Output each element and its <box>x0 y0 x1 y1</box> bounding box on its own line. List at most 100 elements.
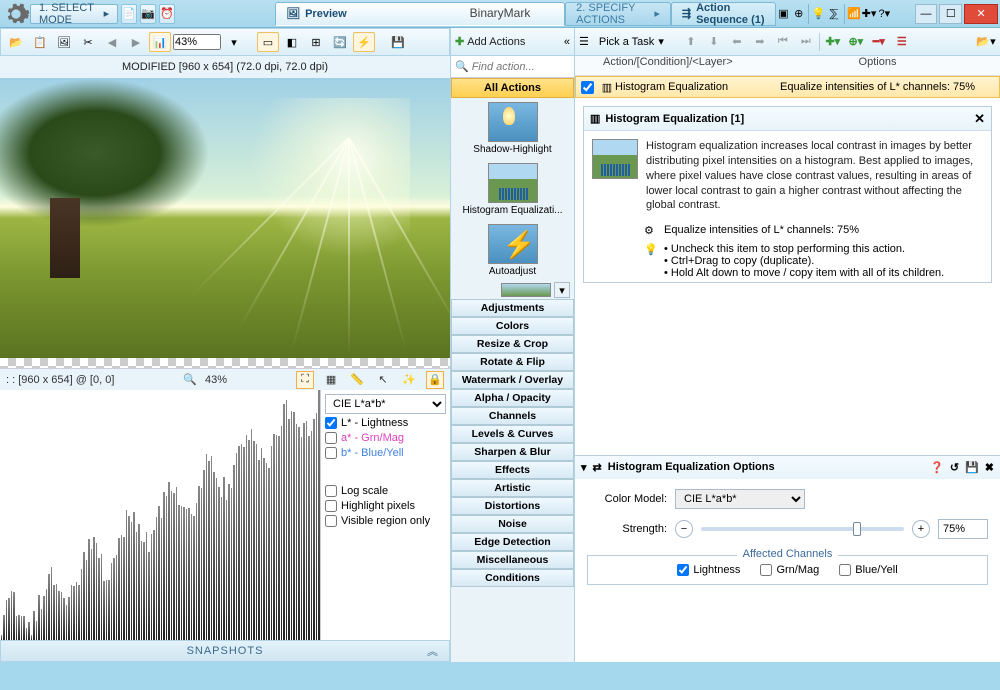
remove-item-icon[interactable]: ━▾ <box>869 32 889 52</box>
mode-btn-1[interactable]: 📄 <box>121 4 137 24</box>
lock-icon[interactable]: 🔒 <box>426 371 444 389</box>
category-channels[interactable]: Channels <box>451 407 574 425</box>
category-watermark-overlay[interactable]: Watermark / Overlay <box>451 371 574 389</box>
category-colors[interactable]: Colors <box>451 317 574 335</box>
image-preview[interactable] <box>0 78 450 368</box>
slider-minus-icon[interactable]: − <box>675 520 693 538</box>
remove-all-icon[interactable]: ☰ <box>892 32 912 52</box>
save-icon[interactable]: 💾 <box>965 461 979 474</box>
settings-gear-icon[interactable] <box>2 1 30 27</box>
tool-target-icon[interactable]: ⊕ <box>791 4 806 24</box>
layout-b-icon[interactable]: ◧ <box>281 32 303 52</box>
clipboard-icon[interactable]: 📋 <box>29 32 51 52</box>
category-artistic[interactable]: Artistic <box>451 479 574 497</box>
strength-input[interactable] <box>938 519 988 539</box>
picture-icon[interactable]: 🖼 <box>53 32 75 52</box>
highlight-checkbox[interactable]: Highlight pixels <box>325 500 446 512</box>
tool-check-icon[interactable]: ⅀ <box>826 4 841 24</box>
ruler-icon[interactable]: 📏 <box>348 371 366 389</box>
row-checkbox[interactable] <box>581 81 594 94</box>
category-alpha-opacity[interactable]: Alpha / Opacity <box>451 389 574 407</box>
action-more[interactable]: ▾ <box>451 281 574 299</box>
tab-preview[interactable]: 🖼Preview <box>275 2 565 26</box>
mode-btn-2[interactable]: 📷 <box>140 4 156 24</box>
help-icon[interactable]: ❓ <box>930 461 944 474</box>
add-item-icon[interactable]: ✚▾ <box>823 32 843 52</box>
channel-L-checkbox[interactable]: L* - Lightness <box>325 417 446 429</box>
category-conditions[interactable]: Conditions <box>451 569 574 587</box>
all-actions-header[interactable]: All Actions <box>451 78 574 98</box>
undo-icon[interactable]: ↺ <box>950 461 959 474</box>
nav-last-icon[interactable]: ⏭ <box>796 32 816 52</box>
add-child-icon[interactable]: ⊕▾ <box>846 32 866 52</box>
histogram-icon[interactable]: 📊 <box>149 32 171 52</box>
dropdown-icon[interactable]: ▾ <box>554 282 570 298</box>
nav-up-icon[interactable]: ⬆ <box>681 32 701 52</box>
action-histogram-equalization[interactable]: Histogram Equalizati... <box>451 159 574 220</box>
action-shadow-highlight[interactable]: Shadow-Highlight <box>451 98 574 159</box>
grid-icon[interactable]: ▦ <box>322 371 340 389</box>
tool-bulb-icon[interactable]: 💡 <box>811 4 826 24</box>
delete-icon[interactable]: ✖ <box>985 461 994 474</box>
category-edge-detection[interactable]: Edge Detection <box>451 533 574 551</box>
category-rotate-flip[interactable]: Rotate & Flip <box>451 353 574 371</box>
tool-wifi-icon[interactable]: 📶 <box>846 4 861 24</box>
colorspace-select[interactable]: CIE L*a*b* <box>325 394 446 414</box>
layout-c-icon[interactable]: ⊞ <box>305 32 327 52</box>
snapshots-bar[interactable]: SNAPSHOTS ︽ <box>0 640 450 662</box>
category-adjustments[interactable]: Adjustments <box>451 299 574 317</box>
tool-help-icon[interactable]: ?▾ <box>877 4 892 24</box>
category-sharpen-blur[interactable]: Sharpen & Blur <box>451 443 574 461</box>
collapse-icon[interactable]: « <box>564 36 570 48</box>
category-distortions[interactable]: Distortions <box>451 497 574 515</box>
open-folder-icon[interactable]: 📂▾ <box>976 32 996 52</box>
sequence-row[interactable]: ▥ Histogram Equalization Equalize intens… <box>575 76 1000 98</box>
zoom-dropdown-icon[interactable]: ▾ <box>223 32 245 52</box>
opt-grnmag-checkbox[interactable]: Grn/Mag <box>760 564 819 576</box>
log-scale-checkbox[interactable]: Log scale <box>325 485 446 497</box>
slider-plus-icon[interactable]: + <box>912 520 930 538</box>
tool-add-icon[interactable]: ✚▾ <box>861 4 876 24</box>
add-actions-button[interactable]: ✚Add Actions <box>455 35 525 48</box>
folder-open-icon[interactable]: 📂 <box>5 32 27 52</box>
select-mode-button[interactable]: 1. SELECT MODE▸ <box>30 4 118 24</box>
nav-first-icon[interactable]: ⏮ <box>773 32 793 52</box>
tab-action-sequence[interactable]: ⇶Action Sequence (1) <box>671 2 776 26</box>
category-effects[interactable]: Effects <box>451 461 574 479</box>
nav-back-icon[interactable]: ◀ <box>101 32 123 52</box>
list-icon[interactable]: ☰ <box>579 35 589 48</box>
flash-icon[interactable]: ⚡ <box>353 32 375 52</box>
minimize-button[interactable]: — <box>915 4 938 24</box>
opt-lightness-checkbox[interactable]: Lightness <box>677 564 740 576</box>
visible-region-checkbox[interactable]: Visible region only <box>325 515 446 527</box>
tool-console-icon[interactable]: ▣ <box>776 4 791 24</box>
histogram-plot[interactable] <box>0 390 320 640</box>
category-noise[interactable]: Noise <box>451 515 574 533</box>
channel-b-checkbox[interactable]: b* - Blue/Yell <box>325 447 446 459</box>
category-levels-curves[interactable]: Levels & Curves <box>451 425 574 443</box>
category-miscellaneous[interactable]: Miscellaneous <box>451 551 574 569</box>
nav-left-icon[interactable]: ⬅ <box>727 32 747 52</box>
mode-btn-3[interactable]: ⏰ <box>159 4 175 24</box>
zoom-input[interactable] <box>173 34 221 50</box>
colormodel-select[interactable]: CIE L*a*b* <box>675 489 805 509</box>
maximize-button[interactable]: ☐ <box>939 4 962 24</box>
category-resize-crop[interactable]: Resize & Crop <box>451 335 574 353</box>
refresh-icon[interactable]: 🔄 <box>329 32 351 52</box>
nav-fwd-icon[interactable]: ▶ <box>125 32 147 52</box>
chevron-down-icon[interactable]: ▾ <box>581 461 587 474</box>
pointer-icon[interactable]: ↖ <box>374 371 392 389</box>
fit-icon[interactable]: ⛶ <box>296 371 314 389</box>
nav-right-icon[interactable]: ➡ <box>750 32 770 52</box>
close-button[interactable]: ✕ <box>964 4 998 24</box>
action-autoadjust[interactable]: Autoadjust <box>451 220 574 281</box>
pick-task-dropdown[interactable]: Pick a Task▾ <box>592 34 671 49</box>
compare-icon[interactable]: ✂ <box>77 32 99 52</box>
close-info-icon[interactable]: ✕ <box>974 111 985 127</box>
nav-down-icon[interactable]: ⬇ <box>704 32 724 52</box>
layout-a-icon[interactable]: ▭ <box>257 32 279 52</box>
strength-slider[interactable] <box>701 527 904 531</box>
search-input[interactable] <box>472 61 552 73</box>
opt-blueyell-checkbox[interactable]: Blue/Yell <box>839 564 897 576</box>
action-search[interactable]: 🔍 <box>451 56 574 78</box>
